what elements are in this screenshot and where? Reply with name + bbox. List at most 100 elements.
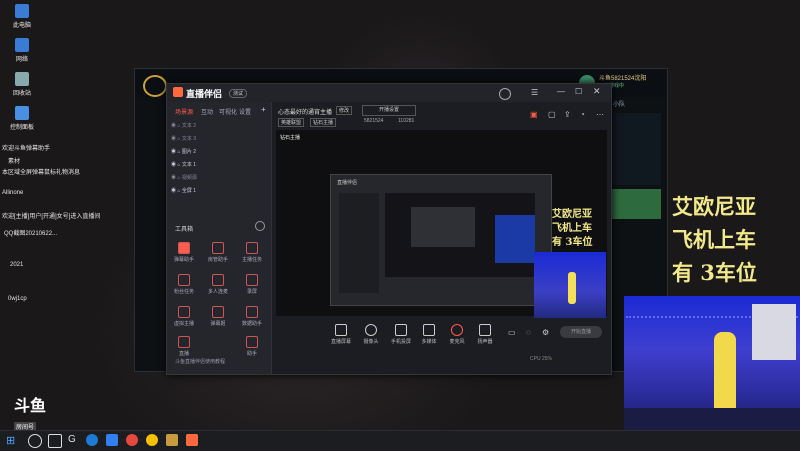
add-scene-icon[interactable]: + bbox=[261, 105, 266, 114]
tool-anchor-task[interactable]: 主播任务 bbox=[241, 242, 263, 263]
close-icon[interactable]: ✕ bbox=[593, 86, 601, 97]
nested-inner-window bbox=[411, 207, 475, 247]
record-icon[interactable]: ▭ bbox=[508, 328, 516, 337]
small-overlay-text: 艾欧尼亚 飞机上车 有 3车位 bbox=[552, 209, 593, 248]
task-view-icon[interactable] bbox=[48, 434, 62, 448]
large-overlay-text: 艾欧尼亚 飞机上车 有 3车位 bbox=[672, 194, 757, 285]
share-more-icon[interactable]: ⋯ bbox=[596, 110, 604, 119]
app-logo-icon bbox=[173, 87, 183, 97]
app-title: 直播伴侣 bbox=[186, 89, 223, 99]
stream-title-edit[interactable]: 修改 bbox=[336, 106, 353, 115]
task-icon bbox=[246, 242, 258, 254]
danmu-ji-icon bbox=[212, 306, 224, 318]
tool-record[interactable]: 录屏 bbox=[241, 274, 263, 295]
game-player-name: 斗鱼5821524沈阳 bbox=[599, 76, 647, 82]
live-companion-window[interactable]: 直播伴侣 测试 ☰ — ☐ ✕ 场景源 互动 可视化 设置 + ◉ ⌂ 文本 2… bbox=[166, 83, 612, 375]
tool-helper[interactable]: 助手 bbox=[241, 336, 263, 357]
nested-camera-view bbox=[495, 215, 535, 263]
manager-icon bbox=[212, 242, 224, 254]
browser-icon[interactable]: G bbox=[68, 434, 80, 446]
source-item[interactable]: ◉ ⌂ 文本 2 bbox=[171, 120, 267, 133]
chrome-icon[interactable] bbox=[126, 434, 138, 446]
maximize-icon[interactable]: ☐ bbox=[575, 87, 582, 96]
source-item[interactable]: ◉ ⌂ 视频源 bbox=[171, 172, 267, 185]
gear-icon[interactable]: ⚙ bbox=[542, 328, 549, 337]
tool-multi-link[interactable]: 多人连麦 bbox=[207, 274, 229, 295]
data-icon bbox=[246, 306, 258, 318]
edge-icon[interactable] bbox=[86, 434, 98, 446]
tool-danmu-ji[interactable]: 弹幕姬 bbox=[207, 306, 229, 327]
nested-app-title: 直播伴侣 bbox=[337, 180, 358, 186]
subcategory-badge[interactable]: 钻石主播 bbox=[310, 118, 337, 127]
source-item[interactable]: ◉ ⌂ 文本 3 bbox=[171, 133, 267, 146]
live-icon bbox=[178, 336, 190, 348]
fans-icon bbox=[178, 274, 190, 286]
desktop-text-3[interactable]: 本区域全屏弹幕鼠标礼物消息 bbox=[2, 167, 80, 176]
source-item[interactable]: ◉ ⌂ 图片 2 bbox=[171, 146, 267, 159]
minimize-icon[interactable]: — bbox=[557, 87, 565, 96]
phone-icon bbox=[395, 324, 407, 336]
desktop-icon-control-panel[interactable]: 控制面板 bbox=[0, 106, 44, 131]
camera-icon bbox=[365, 324, 377, 336]
person-figure bbox=[568, 272, 576, 304]
tool-live[interactable]: 直播 bbox=[173, 336, 195, 357]
tab-scene-source[interactable]: 场景源 bbox=[175, 107, 193, 116]
desktop-icon-network[interactable]: 网络 bbox=[0, 38, 44, 63]
recycle-bin-icon bbox=[15, 72, 29, 86]
microphone-icon bbox=[451, 324, 463, 336]
control-screen-capture[interactable]: 直播屏幕 bbox=[326, 324, 356, 345]
desktop-text-7[interactable]: 2021 bbox=[10, 262, 23, 268]
helper-icon bbox=[246, 336, 258, 348]
link-icon bbox=[212, 274, 224, 286]
desktop-text-5[interactable]: 欢迎[主播]用户[开通]女号]进入直播间 bbox=[2, 211, 100, 220]
tutorial-notice[interactable]: 斗鱼直播伴侣使用教程 bbox=[175, 358, 225, 365]
taskbar bbox=[0, 430, 800, 451]
live-companion-icon[interactable] bbox=[186, 434, 198, 446]
start-live-button[interactable]: 开始直播 bbox=[560, 326, 602, 338]
camera-overlay bbox=[624, 296, 800, 430]
source-item[interactable]: ◉ ⌂ 全屏 1 bbox=[171, 185, 267, 198]
control-phone-cast[interactable]: 手机投屏 bbox=[386, 324, 416, 345]
tab-visual[interactable]: 可视化 bbox=[219, 107, 237, 116]
media-icon bbox=[423, 324, 435, 336]
desktop-text-2[interactable]: 素材 bbox=[8, 156, 20, 165]
search-icon[interactable] bbox=[28, 434, 42, 448]
control-speaker[interactable]: 扬声器 bbox=[470, 324, 500, 345]
windows-start-icon[interactable]: ⊞ bbox=[6, 434, 18, 447]
tool-virtual-anchor[interactable]: 虚拟主播 bbox=[173, 306, 195, 327]
user-icon[interactable] bbox=[499, 88, 511, 100]
tool-data-helper[interactable]: 数据助手 bbox=[241, 306, 263, 327]
desktop-text-8[interactable]: 0wj1cp bbox=[8, 296, 27, 302]
record-icon bbox=[246, 274, 258, 286]
title-bar: 直播伴侣 测试 ☰ — ☐ ✕ bbox=[167, 84, 611, 102]
lol-icon[interactable] bbox=[166, 434, 178, 446]
pause-icon[interactable]: ◌ bbox=[526, 328, 531, 337]
tab-settings[interactable]: 设置 bbox=[239, 107, 251, 116]
desktop-text-1[interactable]: 欢迎斗鱼弹幕助手 bbox=[2, 143, 50, 152]
stream-settings-button[interactable]: 开播设置 bbox=[362, 105, 416, 116]
game-friends-group bbox=[611, 189, 661, 219]
gift-icon[interactable]: ▣ bbox=[530, 110, 538, 119]
control-camera[interactable]: 摄像头 bbox=[356, 324, 386, 345]
desktop-icon-this-pc[interactable]: 此电脑 bbox=[0, 4, 44, 29]
douyu-app-icon[interactable] bbox=[146, 434, 158, 446]
tool-danmu-helper[interactable]: 弹幕助手 bbox=[173, 242, 195, 263]
control-media[interactable]: 多媒体 bbox=[414, 324, 444, 345]
chat-icon[interactable]: ▢ bbox=[548, 110, 556, 119]
share-icon[interactable]: ⇪ bbox=[564, 110, 571, 119]
tool-room-manager[interactable]: 房管助手 bbox=[207, 242, 229, 263]
source-item[interactable]: ◉ ⌂ 文本 1 bbox=[171, 159, 267, 172]
desktop-text-6[interactable]: QQ截图20210622... bbox=[4, 228, 57, 237]
control-microphone[interactable]: 麦克风 bbox=[442, 324, 472, 345]
desktop-icon-recycle-bin[interactable]: 回收站 bbox=[0, 72, 44, 97]
tab-interaction[interactable]: 互动 bbox=[201, 107, 213, 116]
stream-title: 心态最好的通宵主播 bbox=[278, 110, 333, 116]
desktop-text-4[interactable]: Allinone bbox=[2, 190, 23, 196]
category-badge[interactable]: 英雄联盟 bbox=[278, 118, 305, 127]
store-icon[interactable] bbox=[106, 434, 118, 446]
virtual-icon bbox=[178, 306, 190, 318]
tool-fans-task[interactable]: 粉丝任务 bbox=[173, 274, 195, 295]
menu-icon[interactable]: ☰ bbox=[531, 88, 538, 97]
toolbox-more-icon[interactable] bbox=[255, 221, 265, 231]
bell-icon[interactable]: ◔ bbox=[580, 110, 585, 119]
